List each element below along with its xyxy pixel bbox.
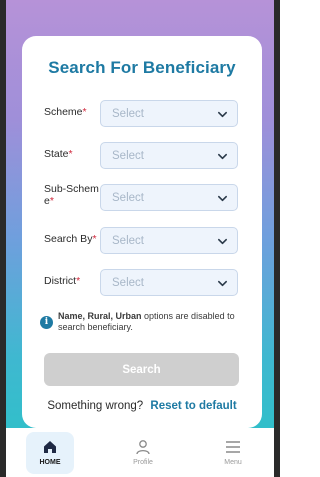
sub-scheme-select[interactable]: Select: [100, 184, 238, 211]
nav-home[interactable]: HOME: [26, 428, 80, 477]
user-icon: [136, 440, 150, 455]
sub-scheme-select-value: Select: [112, 192, 144, 204]
search-by-label: Search By*: [44, 233, 97, 245]
reset-to-default-link[interactable]: Reset to default: [150, 400, 236, 412]
chevron-down-icon: [218, 280, 227, 287]
chevron-down-icon: [218, 153, 227, 160]
search-by-select[interactable]: Select: [100, 227, 238, 254]
bottom-navigation: HOME Profile Menu: [6, 428, 274, 477]
nav-profile[interactable]: Profile: [116, 428, 170, 477]
district-label: District*: [44, 275, 81, 287]
page-title: Search For Beneficiary: [48, 58, 236, 77]
search-by-select-value: Select: [112, 235, 144, 247]
hamburger-icon: [226, 441, 240, 453]
nav-profile-label: Profile: [133, 459, 153, 466]
district-select-value: Select: [112, 277, 144, 289]
state-row: State* Select: [44, 142, 244, 169]
search-beneficiary-card: Search For Beneficiary Scheme* Select St…: [22, 36, 262, 428]
nav-menu-label: Menu: [224, 459, 242, 466]
nav-home-label: HOME: [39, 459, 61, 466]
search-button[interactable]: Search: [44, 353, 239, 386]
device-frame-right: [274, 0, 280, 477]
state-label: State*: [44, 148, 73, 160]
sub-scheme-row: Sub-Schem e* Select: [44, 183, 244, 211]
search-by-row: Search By* Select: [44, 227, 244, 254]
something-wrong-text: Something wrong?: [47, 400, 144, 412]
state-select-value: Select: [112, 150, 144, 162]
nav-menu[interactable]: Menu: [206, 428, 260, 477]
info-icon: i: [40, 316, 53, 329]
device-frame-left: [0, 0, 6, 477]
scheme-row: Scheme* Select: [44, 100, 244, 127]
home-icon: [44, 441, 56, 453]
scheme-select-value: Select: [112, 108, 144, 120]
sub-scheme-label: Sub-Schem e*: [44, 183, 99, 207]
district-row: District* Select: [44, 269, 244, 296]
district-select[interactable]: Select: [100, 269, 238, 296]
chevron-down-icon: [218, 195, 227, 202]
info-text: Name, Rural, Urban options are disabled …: [58, 311, 235, 332]
chevron-down-icon: [218, 238, 227, 245]
scheme-label: Scheme*: [44, 106, 87, 118]
scheme-select[interactable]: Select: [100, 100, 238, 127]
chevron-down-icon: [218, 111, 227, 118]
state-select[interactable]: Select: [100, 142, 238, 169]
reset-line: Something wrong? Reset to default: [22, 400, 262, 412]
